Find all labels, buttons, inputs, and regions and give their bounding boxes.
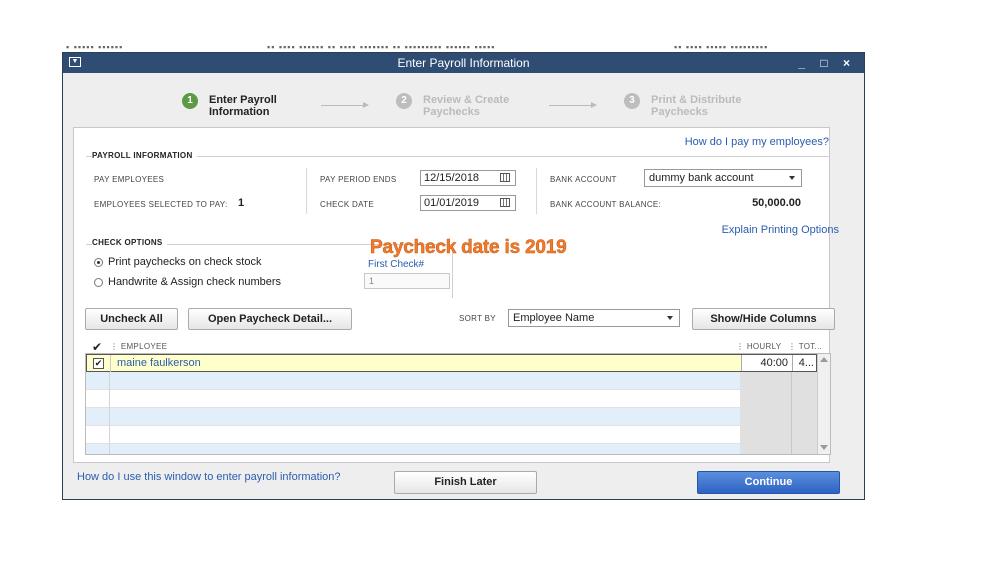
step-1-label: Enter Payroll Information: [209, 94, 277, 118]
bank-balance-label: BANK ACCOUNT BALANCE:: [550, 200, 662, 209]
step-2-label: Review & Create Paychecks: [423, 94, 509, 118]
calendar-icon[interactable]: [500, 198, 510, 207]
table-row-empty[interactable]: [86, 390, 740, 408]
explain-printing-link[interactable]: Explain Printing Options: [722, 224, 839, 236]
step-1-icon: 1: [182, 93, 198, 109]
step-3-line1: Print & Distribute: [651, 94, 742, 106]
radio-handwrite-label[interactable]: Handwrite & Assign check numbers: [108, 276, 281, 288]
employees-selected-value: 1: [238, 197, 245, 209]
calendar-icon[interactable]: [500, 173, 510, 182]
step-1-line1: Enter Payroll: [209, 94, 277, 106]
step-1-line2: Information: [209, 106, 270, 118]
first-check-input[interactable]: 1: [364, 273, 450, 289]
cell-divider: [110, 355, 111, 372]
bank-account-label: BANK ACCOUNT: [550, 175, 617, 184]
chevron-down-icon: [667, 316, 673, 320]
check-date-value: 01/01/2019: [424, 197, 480, 209]
employee-grid[interactable]: ✔ maine faulkerson 40:00 4...: [85, 353, 831, 455]
column-divider: [109, 372, 110, 454]
col-hourly-text: HOURLY: [746, 342, 782, 351]
bank-account-value: dummy bank account: [649, 172, 754, 184]
radio-print-on-stock[interactable]: [94, 258, 103, 267]
step-3-icon: 3: [624, 93, 640, 109]
total-cell[interactable]: 4...: [792, 355, 816, 371]
radio-selected-dot: [97, 261, 100, 264]
main-panel: How do I pay my employees? PAYROLL INFOR…: [73, 127, 839, 463]
step-arrow-2-head: [591, 102, 597, 108]
step-2-icon: 2: [396, 93, 412, 109]
check-all-header-icon[interactable]: ✔: [92, 340, 102, 354]
step-arrow-1-head: [363, 102, 369, 108]
payroll-info-heading: PAYROLL INFORMATION: [92, 151, 197, 160]
check-date-label: CHECK DATE: [320, 200, 374, 209]
table-row-empty[interactable]: [86, 372, 740, 390]
finish-later-button[interactable]: Finish Later: [394, 471, 537, 494]
row-checkbox[interactable]: ✔: [93, 358, 104, 369]
pay-employees-label: PAY EMPLOYEES: [94, 175, 165, 184]
vertical-scrollbar[interactable]: [817, 354, 830, 454]
window-title: Enter Payroll Information: [397, 56, 530, 70]
table-row-empty[interactable]: [86, 408, 740, 426]
step-arrow-2: [549, 105, 591, 106]
col-employee-text: EMPLOYEE: [120, 342, 168, 351]
check-date-field[interactable]: 01/01/2019: [420, 195, 516, 211]
how-pay-employees-link[interactable]: How do I pay my employees?: [685, 136, 829, 148]
sort-by-label: SORT BY: [459, 314, 496, 323]
radio-handwrite[interactable]: [94, 278, 103, 287]
table-row[interactable]: ✔ maine faulkerson 40:00 4...: [86, 354, 817, 372]
employee-name-cell[interactable]: maine faulkerson: [117, 355, 201, 372]
col-header-hourly[interactable]: ⋮ HOURLY: [736, 342, 781, 351]
scroll-up-icon[interactable]: [820, 357, 828, 362]
employees-selected-label: EMPLOYEES SELECTED TO PAY:: [94, 200, 228, 209]
bank-account-dropdown[interactable]: dummy bank account: [644, 169, 802, 187]
chevron-down-icon: [789, 176, 795, 180]
col-header-employee[interactable]: ⋮ EMPLOYEE: [110, 342, 167, 351]
first-check-label: First Check#: [368, 259, 425, 270]
sort-by-value: Employee Name: [513, 312, 595, 324]
pay-period-ends-label: PAY PERIOD ENDS: [320, 175, 397, 184]
step-2-line2: Paychecks: [423, 106, 480, 118]
open-paycheck-detail-button[interactable]: Open Paycheck Detail...: [188, 308, 352, 330]
check-options-heading: CHECK OPTIONS: [92, 238, 167, 247]
annotation-text: Paycheck date is 2019: [370, 237, 567, 259]
payroll-window: ▼ Enter Payroll Information _ □ × 1 Ente…: [62, 52, 865, 500]
uncheck-all-button[interactable]: Uncheck All: [85, 308, 178, 330]
col-header-total[interactable]: ⋮ TOT...: [788, 342, 822, 351]
pay-period-ends-field[interactable]: 12/15/2018: [420, 170, 516, 186]
cropped-toolbar-strip: ▪ ▪▪▪▪▪ ▪▪▪▪▪▪ ▪▪ ▪▪▪▪ ▪▪▪▪▪▪ ▪▪ ▪▪▪▪ ▪▪…: [66, 42, 769, 52]
step-arrow-1: [321, 105, 363, 106]
separator: [536, 168, 537, 214]
step-2-line1: Review & Create: [423, 94, 510, 106]
radio-print-label[interactable]: Print paychecks on check stock: [108, 256, 261, 268]
scroll-down-icon[interactable]: [820, 445, 828, 450]
pay-period-ends-value: 12/15/2018: [424, 172, 480, 184]
sort-by-dropdown[interactable]: Employee Name: [508, 309, 680, 327]
title-bar: ▼ Enter Payroll Information _ □ ×: [63, 53, 864, 73]
step-3-label: Print & Distribute Paychecks: [651, 94, 741, 118]
table-row-empty[interactable]: [86, 444, 740, 454]
col-total-text: TOT...: [798, 342, 823, 351]
how-use-window-link[interactable]: How do I use this window to enter payrol…: [77, 471, 341, 483]
hourly-cell[interactable]: 40:00: [741, 355, 792, 371]
step-3-line2: Paychecks: [651, 106, 708, 118]
window-controls[interactable]: _ □ ×: [798, 53, 856, 73]
continue-button[interactable]: Continue: [697, 471, 840, 494]
separator: [306, 168, 307, 214]
table-row-empty[interactable]: [86, 426, 740, 444]
bank-balance-value: 50,000.00: [752, 197, 801, 209]
show-hide-columns-button[interactable]: Show/Hide Columns: [692, 308, 835, 330]
